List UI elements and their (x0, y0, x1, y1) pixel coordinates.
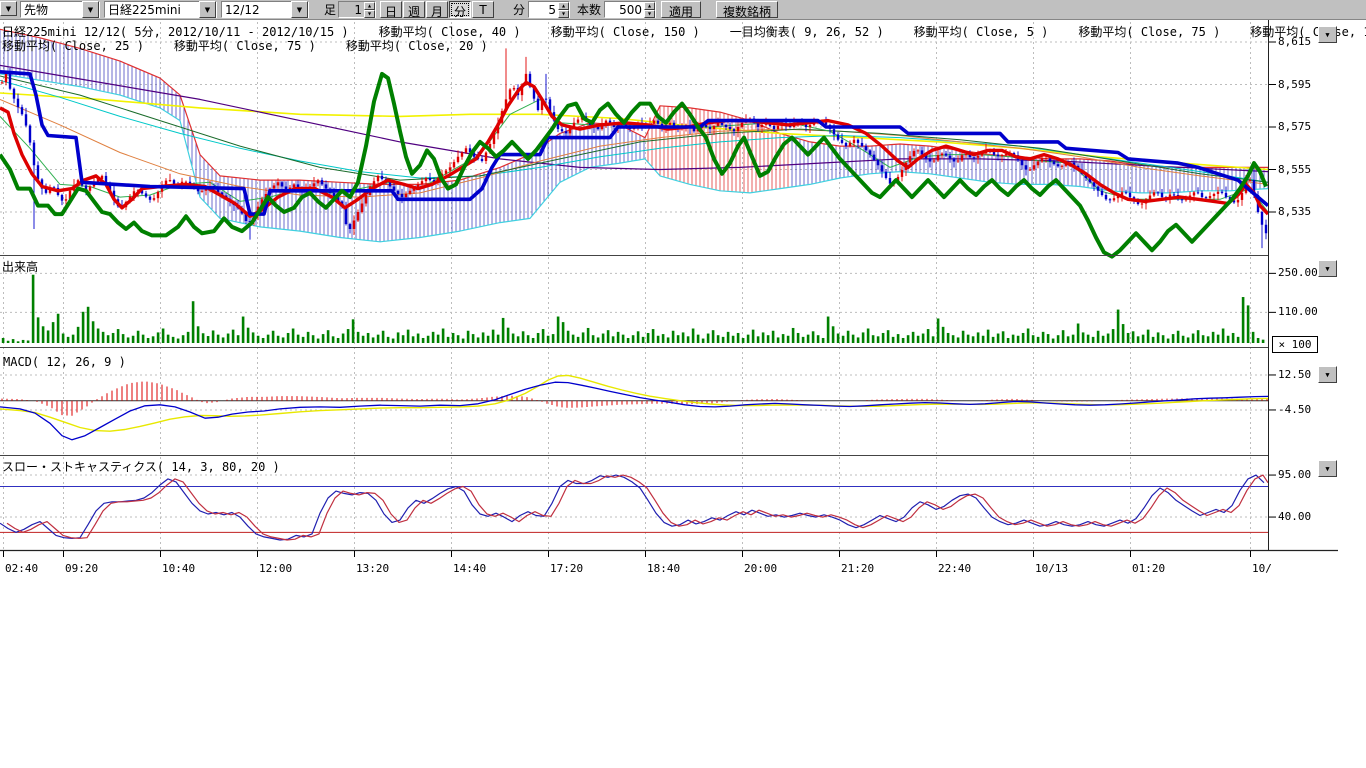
volume-pane-label: 出来高 (2, 258, 38, 275)
volume-multiplier-badge: × 100 (1272, 336, 1318, 353)
time-axis-tick-label: 01:20 (1132, 562, 1165, 575)
time-axis-tick-label: 14:40 (453, 562, 486, 575)
price-axis-tick-label: 8,575 (1278, 120, 1311, 133)
time-axis-tick-label: 17:20 (550, 562, 583, 575)
time-axis-tick-label: 22:40 (938, 562, 971, 575)
legend-ichimoku: 一目均衡表( 9, 26, 52 ) (730, 23, 884, 40)
legend-ma75b: 移動平均( Close, 75 ) (174, 37, 316, 54)
trading-chart-app: ▼ 先物 ▼ 日経225mini ▼ 12/12 ▼ 足 1 ▲▼ 日 週 月 … (0, 0, 1366, 768)
time-axis-tick-label: 09:20 (65, 562, 98, 575)
price-axis-tick-label: 8,595 (1278, 78, 1311, 91)
volume-axis-tick-label: 250.00 (1278, 266, 1318, 279)
time-axis-tick-label: 02:40 (5, 562, 38, 575)
volume-axis-menu-button[interactable]: ▼ (1318, 260, 1337, 277)
legend-ma5: 移動平均( Close, 5 ) (914, 23, 1049, 40)
chevron-down-icon: ▼ (1325, 371, 1329, 379)
stochastics-pane-label: スロー・ストキャスティクス( 14, 3, 80, 20 ) (2, 458, 280, 475)
time-axis-tick-label: 10/13 (1035, 562, 1068, 575)
volume-axis-tick-label: 110.00 (1278, 305, 1318, 318)
price-chart-canvas (0, 0, 1366, 768)
time-axis-tick-label: 10:40 (162, 562, 195, 575)
price-axis-menu-button[interactable]: ▼ (1318, 26, 1337, 43)
time-axis-tick-label: 18:40 (647, 562, 680, 575)
legend-ma150: 移動平均( Close, 150 ) (551, 23, 700, 40)
legend-ma20: 移動平均( Close, 20 ) (346, 37, 488, 54)
chevron-down-icon: ▼ (1325, 465, 1329, 473)
time-axis-tick-label: 10/ (1252, 562, 1272, 575)
time-axis-tick-label: 21:20 (841, 562, 874, 575)
macd-pane-label: MACD( 12, 26, 9 ) (3, 355, 126, 369)
price-axis-tick-label: 8,555 (1278, 163, 1311, 176)
legend-ma75: 移動平均( Close, 75 ) (1078, 23, 1220, 40)
chevron-down-icon: ▼ (1325, 265, 1329, 273)
time-axis-tick-label: 20:00 (744, 562, 777, 575)
stoch-axis-tick-label: 95.00 (1278, 468, 1311, 481)
time-axis-tick-label: 12:00 (259, 562, 292, 575)
stoch-axis-menu-button[interactable]: ▼ (1318, 460, 1337, 477)
stoch-axis-tick-label: 40.00 (1278, 510, 1311, 523)
macd-axis-tick-label: -4.50 (1278, 403, 1311, 416)
chevron-down-icon: ▼ (1325, 31, 1329, 39)
price-axis-tick-label: 8,615 (1278, 35, 1311, 48)
price-axis-tick-label: 8,535 (1278, 205, 1311, 218)
time-axis-tick-label: 13:20 (356, 562, 389, 575)
macd-axis-menu-button[interactable]: ▼ (1318, 366, 1337, 383)
chart-legend-row2: 移動平均( Close, 25 ) 移動平均( Close, 75 ) 移動平均… (2, 37, 488, 54)
legend-ma25: 移動平均( Close, 25 ) (2, 37, 144, 54)
macd-axis-tick-label: 12.50 (1278, 368, 1311, 381)
